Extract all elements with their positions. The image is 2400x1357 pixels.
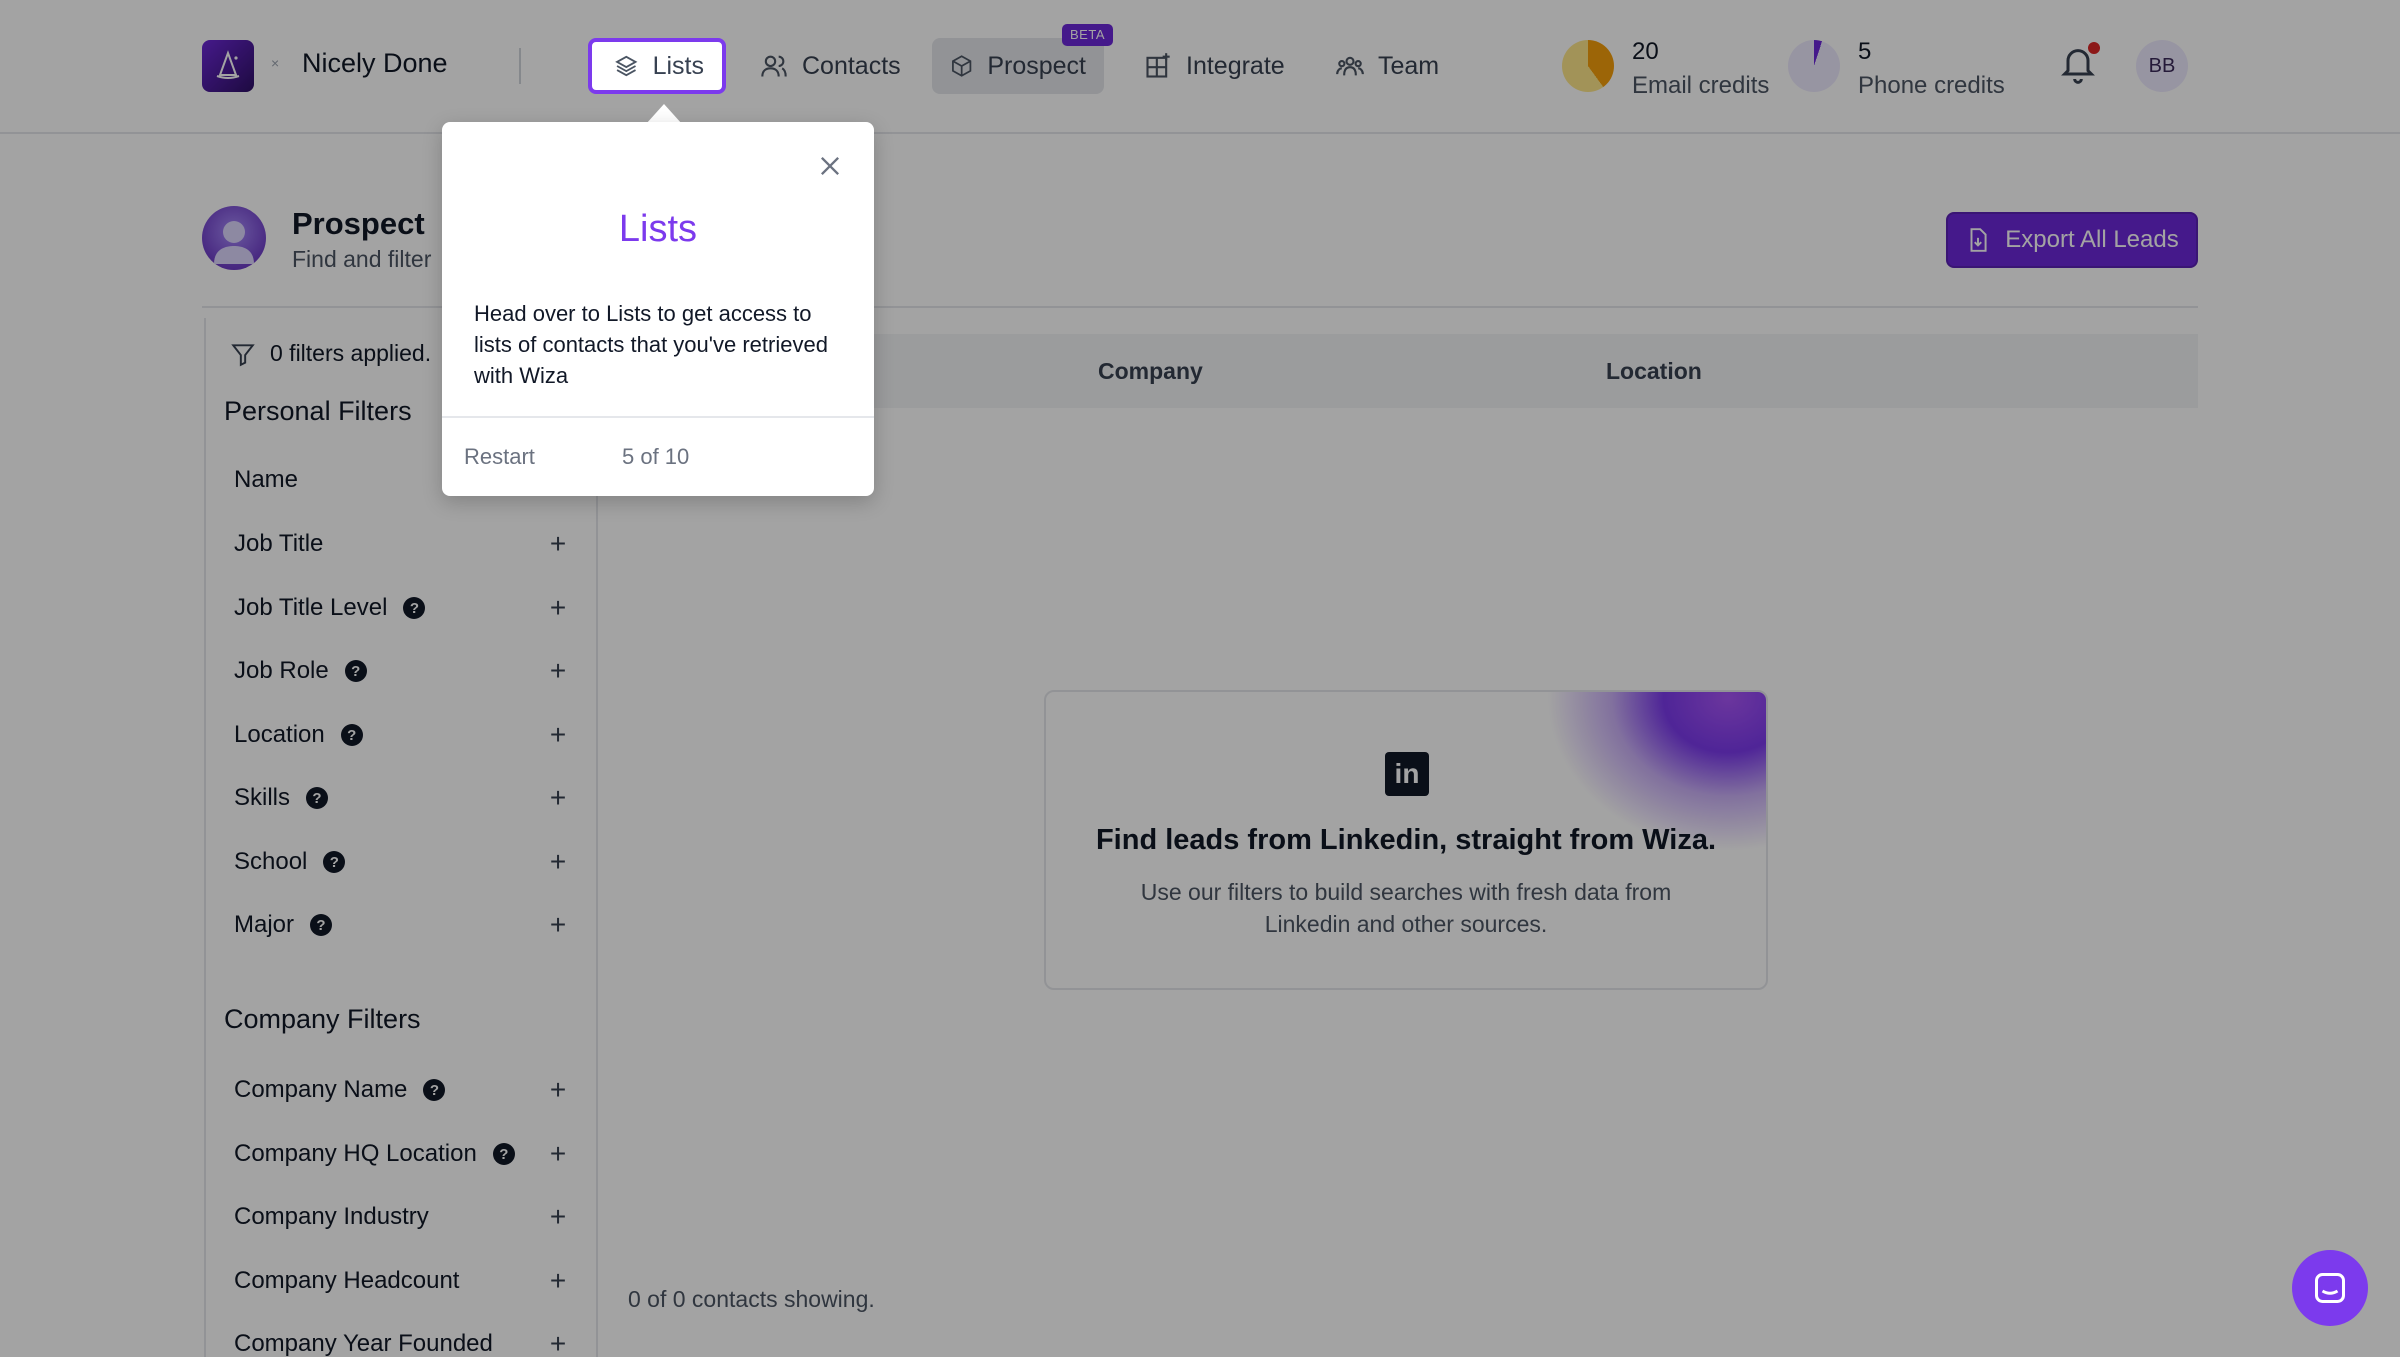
close-icon (821, 157, 839, 175)
tour-body: Head over to Lists to get access to list… (474, 301, 828, 388)
tour-title: Lists (618, 208, 698, 250)
close-button[interactable] (816, 152, 844, 180)
nav-lists-label: Lists (652, 51, 704, 80)
chat-launcher-button[interactable] (2292, 1250, 2368, 1326)
chat-icon (2315, 1273, 2345, 1303)
tour-popover: Lists Head over to Lists to get access t… (442, 122, 874, 496)
tour-overlay[interactable] (0, 0, 2400, 1357)
tour-footer: Restart 5 of 10 (442, 416, 874, 496)
tour-popover-arrow (646, 104, 682, 124)
nav-lists[interactable]: Lists (588, 38, 726, 94)
restart-button[interactable]: Restart (464, 444, 535, 470)
layers-icon (615, 55, 638, 77)
app-root: × Nicely Done Lists Contacts Prospect BE… (0, 0, 2400, 1357)
tour-step-counter: 5 of 10 (622, 444, 690, 469)
